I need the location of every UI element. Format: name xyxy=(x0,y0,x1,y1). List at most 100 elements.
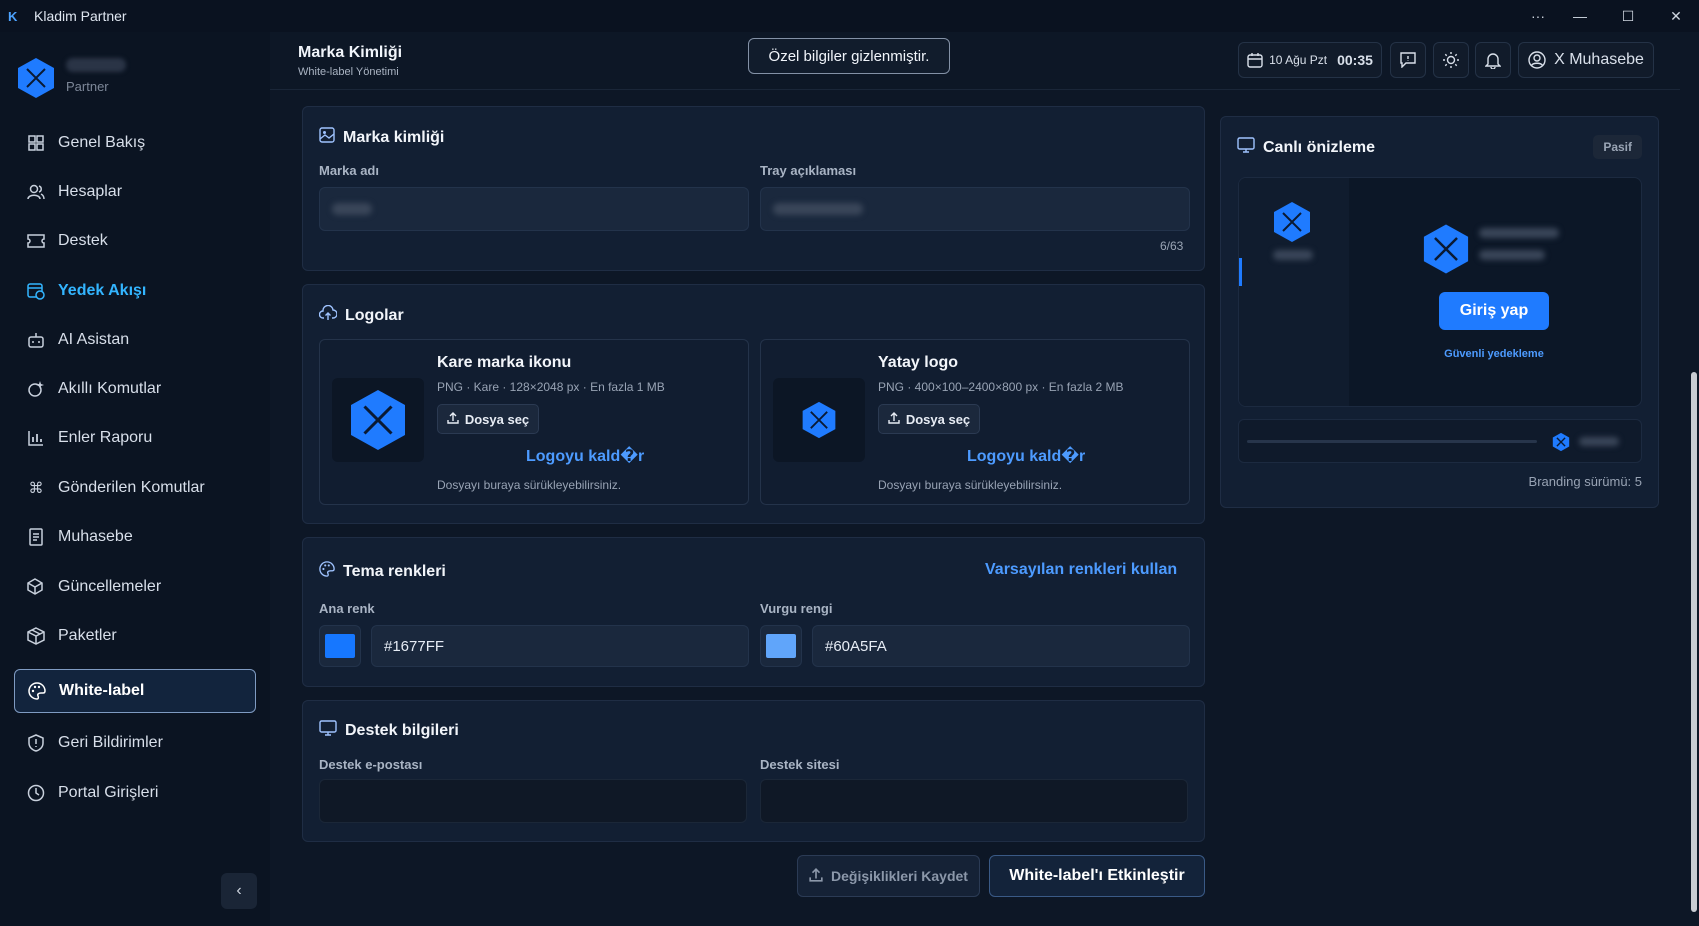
redacted-value xyxy=(1479,250,1545,260)
accent-color-picker[interactable] xyxy=(760,625,802,667)
sidebar-item-muhasebe[interactable]: Muhasebe xyxy=(14,516,256,558)
brand-identity-title-text: Marka kimliği xyxy=(343,128,445,146)
sidebar-item-ai-asistan[interactable]: AI Asistan xyxy=(14,319,256,361)
redacted-value xyxy=(1479,228,1559,238)
redacted-value xyxy=(773,203,863,215)
theme-colors-title-text: Tema renkleri xyxy=(343,562,446,580)
primary-color-picker[interactable] xyxy=(319,625,361,667)
sidebar-item-label: AI Asistan xyxy=(58,331,130,348)
brand-name-redacted xyxy=(66,58,126,72)
user-menu-button[interactable]: X Muhasebe xyxy=(1518,42,1654,78)
sidebar-item-genel-bakis[interactable]: Genel Bakış xyxy=(14,122,256,164)
maximize-button[interactable]: ☐ xyxy=(1610,4,1646,28)
app-title: Kladim Partner xyxy=(34,8,127,24)
upload-icon xyxy=(447,411,459,427)
package-update-icon xyxy=(26,577,46,597)
upload-icon xyxy=(888,411,900,427)
page-title: Marka Kimliği xyxy=(298,44,403,61)
more-options-icon[interactable]: ··· xyxy=(1520,4,1556,28)
use-default-colors-link[interactable]: Varsayılan renkleri kullan xyxy=(985,561,1177,579)
message-icon xyxy=(1400,52,1416,68)
sidebar-item-enler-raporu[interactable]: Enler Raporu xyxy=(14,417,256,459)
calendar-icon xyxy=(1247,53,1263,68)
sidebar-item-paketler[interactable]: Paketler xyxy=(14,615,256,657)
save-changes-button[interactable]: Değişiklikleri Kaydet xyxy=(797,855,980,897)
choose-file-label: Dosya seç xyxy=(464,411,530,427)
minimize-button[interactable]: — xyxy=(1562,4,1598,28)
preview-tray-track xyxy=(1247,440,1537,443)
sidebar-item-guncellemeler[interactable]: Güncellemeler xyxy=(14,566,256,608)
ledger-icon xyxy=(26,527,46,547)
brand-name-label: Marka adı xyxy=(319,163,379,178)
live-preview-title: Canlı önizleme xyxy=(1237,137,1375,158)
brand-name-input[interactable] xyxy=(319,187,749,231)
close-button[interactable]: ✕ xyxy=(1658,4,1694,28)
brand-subtitle: Partner xyxy=(66,79,109,94)
theme-colors-card: Tema renkleri Varsayılan renkleri kullan… xyxy=(302,537,1205,687)
activate-white-label-button[interactable]: White-label'ı Etkinleştir xyxy=(989,855,1205,897)
choose-file-label: Dosya seç xyxy=(905,411,971,427)
page-scrollbar[interactable] xyxy=(1688,32,1699,926)
date-time-display[interactable]: 10 Ağu Pzt 00:35 xyxy=(1238,42,1382,78)
theme-colors-title: Tema renkleri xyxy=(319,561,446,582)
sidebar-item-gonderilen-komutlar[interactable]: ⌘ Gönderilen Komutlar xyxy=(14,467,256,509)
horizontal-logo-remove-link[interactable]: Logoyu kald�r xyxy=(967,446,1085,466)
preview-app-window: Giriş yap Güvenli yedekleme xyxy=(1238,177,1642,407)
sidebar-item-white-label[interactable]: White-label xyxy=(14,669,256,713)
horizontal-logo-name: Yatay logo xyxy=(878,354,959,371)
square-logo-dropzone[interactable]: Kare marka ikonu PNG · Kare · 128×2048 p… xyxy=(319,339,749,505)
notifications-button[interactable] xyxy=(1475,42,1511,78)
privacy-notice-button[interactable]: Özel bilgiler gizlenmiştir. xyxy=(748,38,950,74)
sidebar-item-geri-bildirimler[interactable]: Geri Bildirimler xyxy=(14,722,256,764)
preview-logo-icon xyxy=(1274,202,1310,242)
brand-identity-card: Marka kimliği Marka adı Tray açıklaması … xyxy=(302,106,1205,271)
sidebar-item-yedek-akisi[interactable]: Yedek Akışı xyxy=(14,270,256,312)
sidebar-item-label: White-label xyxy=(59,682,145,699)
accent-color-input[interactable]: #60A5FA xyxy=(812,625,1190,667)
square-logo-remove-link[interactable]: Logoyu kald�r xyxy=(526,446,644,466)
redacted-value xyxy=(1273,250,1313,260)
sidebar-item-akilli-komutlar[interactable]: Akıllı Komutlar xyxy=(14,368,256,410)
date-text: 10 Ağu Pzt xyxy=(1269,53,1328,67)
preview-tray-logo-icon xyxy=(1552,432,1570,452)
sidebar-item-portal-girisleri[interactable]: Portal Girişleri xyxy=(14,772,256,814)
square-logo-choose-file-button[interactable]: Dosya seç xyxy=(437,404,539,434)
messages-button[interactable] xyxy=(1390,42,1426,78)
sidebar-item-hesaplar[interactable]: Hesaplar xyxy=(14,171,256,213)
sidebar-item-label: Gönderilen Komutlar xyxy=(58,479,205,496)
sidebar-item-label: Enler Raporu xyxy=(58,429,153,446)
logos-card: Logolar Kare marka ikonu PNG · Kare · 12… xyxy=(302,284,1205,524)
status-badge: Pasif xyxy=(1593,135,1642,159)
sidebar-item-destek[interactable]: Destek xyxy=(14,220,256,262)
sidebar-item-label: Güncellemeler xyxy=(58,578,162,595)
logos-title-text: Logolar xyxy=(345,306,404,324)
branding-version: Branding sürümü: 5 xyxy=(1528,474,1642,489)
monitor-icon xyxy=(319,720,337,741)
support-info-title-text: Destek bilgileri xyxy=(345,721,459,739)
monitor-icon xyxy=(1237,137,1255,158)
live-preview-title-text: Canlı önizleme xyxy=(1263,138,1376,156)
support-email-label: Destek e-postası xyxy=(319,757,423,772)
primary-color-input[interactable]: #1677FF xyxy=(371,625,749,667)
cloud-upload-icon xyxy=(318,304,338,326)
theme-toggle-button[interactable] xyxy=(1433,42,1469,78)
sidebar-item-label: Paketler xyxy=(58,627,117,644)
square-logo-requirements: PNG · Kare · 128×2048 px · En fazla 1 MB xyxy=(437,380,665,394)
sidebar-item-label: Portal Girişleri xyxy=(58,784,159,801)
horizontal-logo-choose-file-button[interactable]: Dosya seç xyxy=(878,404,980,434)
scrollbar-thumb[interactable] xyxy=(1691,372,1697,912)
sun-icon xyxy=(1443,52,1459,68)
sidebar-item-label: Hesaplar xyxy=(58,183,123,200)
tray-description-input[interactable] xyxy=(760,187,1190,231)
collapse-sidebar-button[interactable]: ‹ xyxy=(221,873,257,909)
sidebar-item-label: Akıllı Komutlar xyxy=(58,380,162,397)
time-text: 00:35 xyxy=(1337,52,1373,68)
primary-color-swatch xyxy=(325,634,355,658)
support-email-input[interactable] xyxy=(319,779,747,823)
title-bar: K Kladim Partner ··· — ☐ ✕ xyxy=(0,0,1699,32)
accent-color-label: Vurgu rengi xyxy=(760,601,833,616)
image-icon xyxy=(319,127,335,148)
horizontal-logo-dropzone[interactable]: Yatay logo PNG · 400×100–2400×800 px · E… xyxy=(760,339,1190,505)
bell-icon xyxy=(1485,53,1501,69)
support-site-input[interactable] xyxy=(760,779,1188,823)
